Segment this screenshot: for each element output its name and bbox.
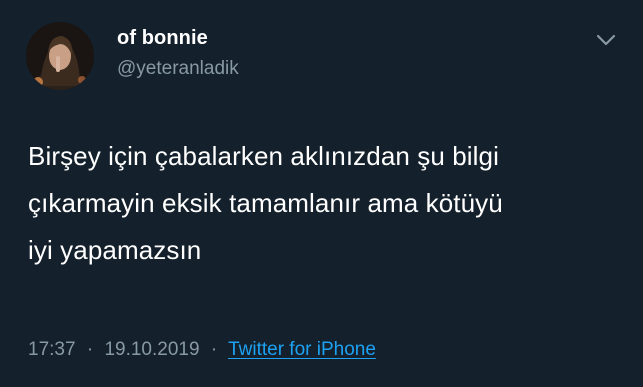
tweet-text-line: Birşey için çabalarken aklınızdan şu bil… bbox=[28, 141, 499, 171]
tweet-text-line: çıkarmayin eksik tamamlanır ama kötüyü bbox=[28, 188, 503, 218]
tweet-source-link[interactable]: Twitter for iPhone bbox=[228, 339, 376, 360]
tweet-card: of bonnie @yeteranladik Birşey için çaba… bbox=[0, 0, 643, 387]
chevron-down-icon[interactable] bbox=[594, 31, 618, 49]
handle[interactable]: @yeteranladik bbox=[117, 58, 239, 80]
avatar[interactable] bbox=[26, 22, 94, 90]
tweet-text: Birşey için çabalarken aklınızdan şu bil… bbox=[28, 133, 628, 274]
meta-separator: · bbox=[86, 339, 94, 360]
display-name[interactable]: of bonnie bbox=[117, 27, 208, 50]
tweet-meta: 17:37 · 19.10.2019 · Twitter for iPhone bbox=[28, 339, 376, 361]
tweet-time[interactable]: 17:37 bbox=[28, 339, 76, 360]
meta-separator: · bbox=[210, 339, 218, 360]
profile-photo-icon bbox=[26, 22, 94, 90]
tweet-date[interactable]: 19.10.2019 bbox=[104, 339, 199, 360]
tweet-text-line: iyi yapamazsın bbox=[28, 235, 202, 265]
